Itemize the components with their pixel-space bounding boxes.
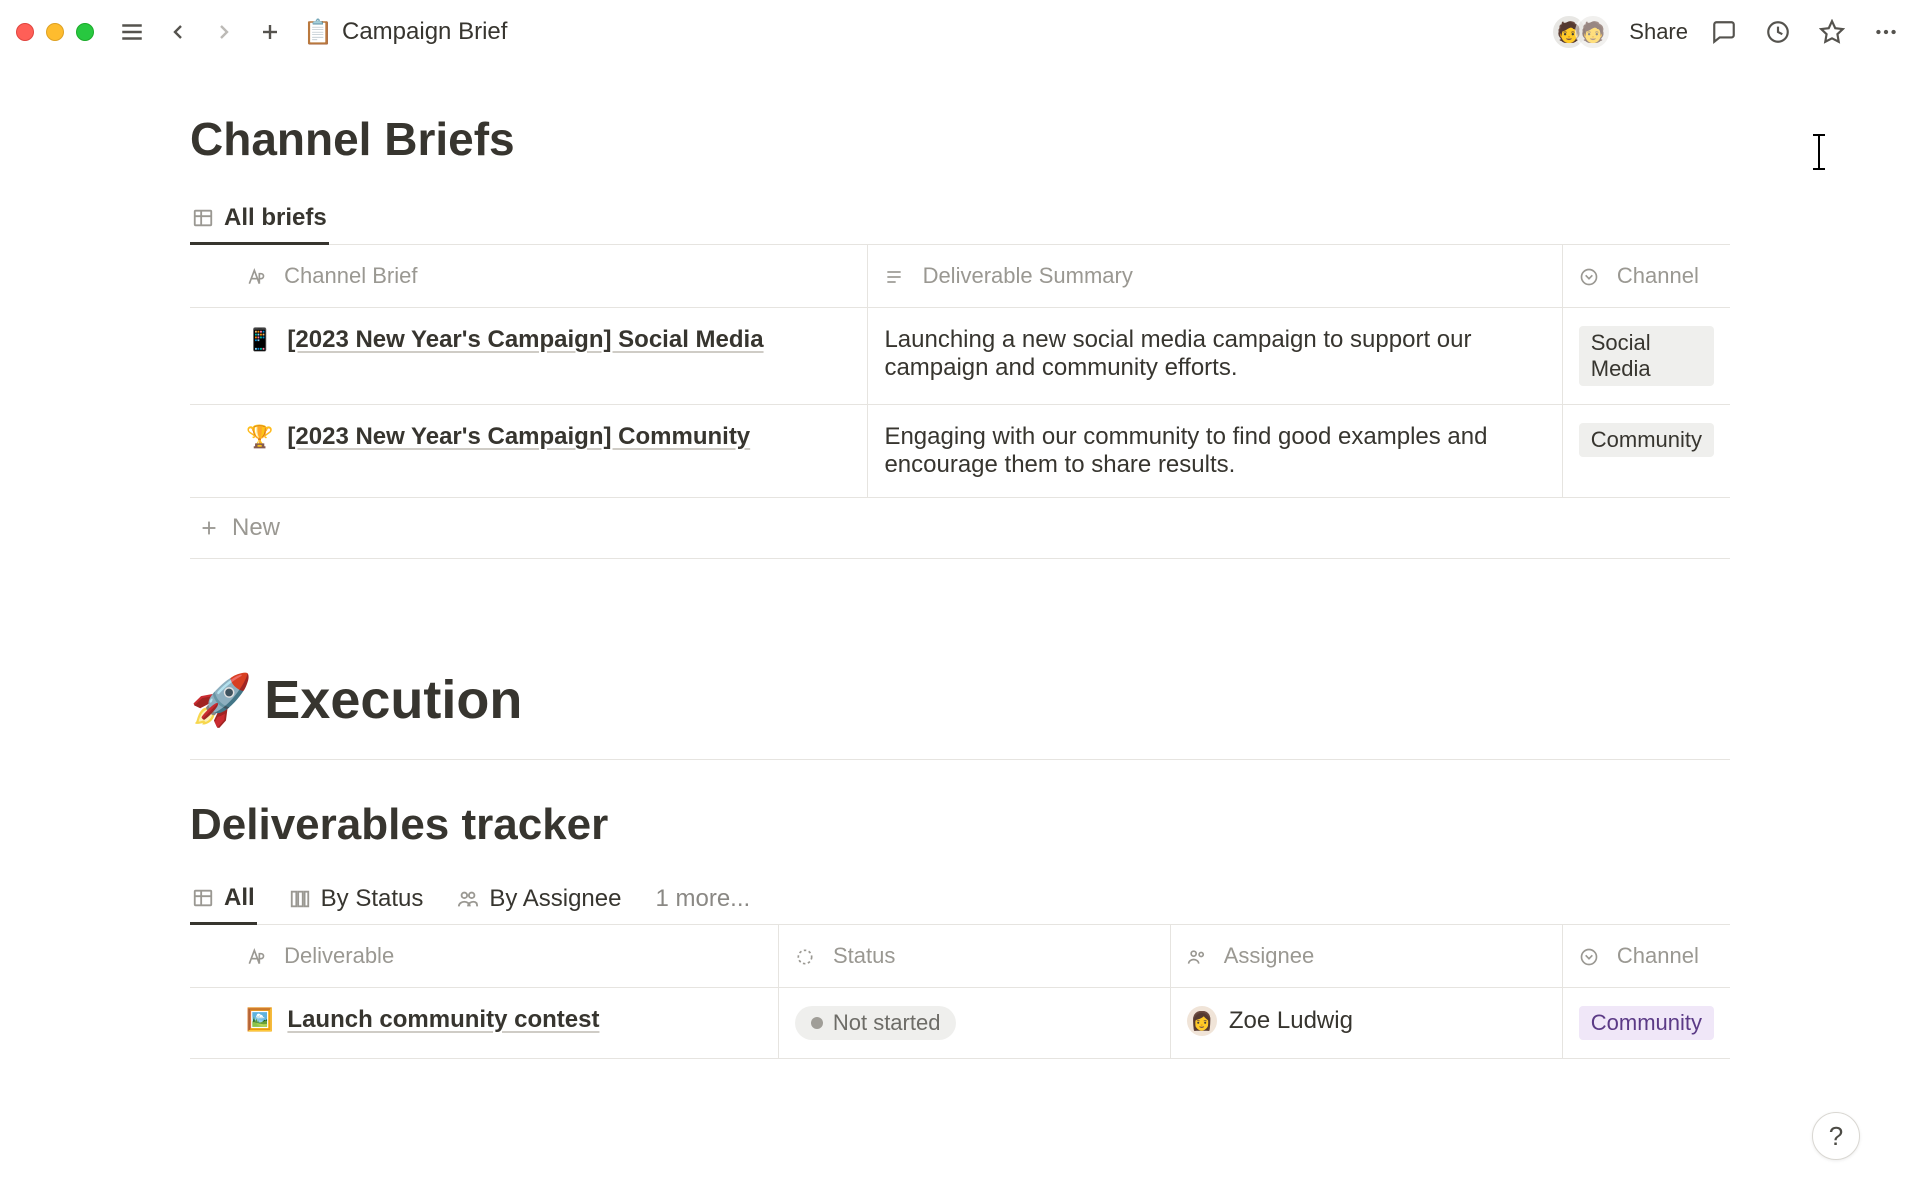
deliverables-view-tabs: All By Status By Assignee 1 more... — [190, 874, 1730, 925]
status-badge[interactable]: Not started — [795, 1006, 957, 1040]
column-header-name[interactable]: Channel Brief — [190, 245, 868, 308]
text-caret-icon — [1818, 134, 1820, 170]
rocket-icon: 🚀 — [190, 671, 252, 730]
column-header-channel[interactable]: Channel — [1562, 245, 1730, 308]
minimize-window-button[interactable] — [46, 23, 64, 41]
channel-tag[interactable]: Community — [1579, 423, 1714, 457]
avatar: 👩 — [1187, 1006, 1217, 1036]
help-button[interactable]: ? — [1812, 1112, 1860, 1160]
assignee-cell[interactable]: 👩 Zoe Ludwig — [1187, 1006, 1546, 1036]
more-menu-icon[interactable] — [1868, 14, 1904, 50]
assignee-name: Zoe Ludwig — [1229, 1007, 1353, 1035]
column-header-summary[interactable]: Deliverable Summary — [868, 245, 1562, 308]
page-row-icon: 📱 — [246, 327, 273, 353]
table-icon — [192, 207, 214, 229]
page-content: Channel Briefs All briefs Channel Brief — [0, 64, 1920, 1059]
topbar: 📋 Campaign Brief 🧑 🧑 Share — [0, 0, 1920, 64]
column-label: Channel Brief — [284, 263, 417, 288]
tab-label: By Assignee — [489, 885, 621, 913]
breadcrumb[interactable]: 📋 Campaign Brief — [304, 18, 507, 46]
column-label: Channel — [1617, 943, 1699, 968]
row-title-link[interactable]: Launch community contest — [287, 1006, 599, 1034]
column-header-status[interactable]: Status — [778, 925, 1170, 988]
topbar-right: 🧑 🧑 Share — [1551, 14, 1904, 50]
table-row[interactable]: 🏆 [2023 New Year's Campaign] Community E… — [190, 405, 1730, 498]
new-row-label: New — [232, 514, 280, 542]
channel-briefs-heading: Channel Briefs — [190, 112, 1730, 166]
new-page-icon[interactable] — [252, 14, 288, 50]
column-header-assignee[interactable]: Assignee — [1170, 925, 1562, 988]
page-title: Campaign Brief — [342, 18, 507, 46]
table-row[interactable]: 🖼️ Launch community contest Not started … — [190, 988, 1730, 1059]
channel-tag[interactable]: Social Media — [1579, 326, 1714, 386]
tab-label: 1 more... — [655, 885, 750, 913]
people-icon — [457, 888, 479, 910]
avatar[interactable]: 🧑 — [1575, 14, 1611, 50]
help-label: ? — [1829, 1121, 1843, 1152]
page-row-icon: 🖼️ — [246, 1007, 273, 1033]
column-header-deliverable[interactable]: Deliverable — [190, 925, 778, 988]
row-title-link[interactable]: [2023 New Year's Campaign] Community — [287, 423, 750, 451]
column-label: Deliverable Summary — [923, 263, 1133, 288]
presence-avatars[interactable]: 🧑 🧑 — [1551, 14, 1611, 50]
maximize-window-button[interactable] — [76, 23, 94, 41]
column-header-channel[interactable]: Channel — [1562, 925, 1730, 988]
favorite-star-icon[interactable] — [1814, 14, 1850, 50]
table-row[interactable]: 📱 [2023 New Year's Campaign] Social Medi… — [190, 308, 1730, 405]
tab-label: All — [224, 884, 255, 912]
title-property-icon — [246, 267, 266, 287]
column-label: Deliverable — [284, 943, 394, 968]
select-property-icon — [1579, 267, 1599, 287]
select-property-icon — [1579, 947, 1599, 967]
status-property-icon — [795, 947, 815, 967]
close-window-button[interactable] — [16, 23, 34, 41]
new-row-button[interactable]: New — [190, 498, 1730, 559]
page-emoji-icon: 📋 — [304, 18, 332, 46]
row-summary[interactable]: Engaging with our community to find good… — [868, 405, 1562, 498]
board-icon — [289, 888, 311, 910]
briefs-table: Channel Brief Deliverable Summary Channe… — [190, 245, 1730, 498]
comments-icon[interactable] — [1706, 14, 1742, 50]
execution-title-text: Execution — [264, 669, 522, 731]
tab-label: By Status — [321, 885, 424, 913]
briefs-view-tabs: All briefs — [190, 194, 1730, 245]
status-text: Not started — [833, 1010, 941, 1036]
table-icon — [192, 887, 214, 909]
nav-forward-icon — [206, 14, 242, 50]
tab-by-assignee[interactable]: By Assignee — [455, 875, 623, 923]
channel-tag[interactable]: Community — [1579, 1006, 1714, 1040]
plus-icon — [198, 517, 220, 539]
page-row-icon: 🏆 — [246, 424, 273, 450]
tab-label: All briefs — [224, 204, 327, 232]
title-property-icon — [246, 947, 266, 967]
column-label: Channel — [1617, 263, 1699, 288]
deliverables-heading: Deliverables tracker — [190, 800, 1730, 850]
column-label: Status — [833, 943, 895, 968]
nav-back-icon[interactable] — [160, 14, 196, 50]
text-property-icon — [884, 267, 904, 287]
window-traffic-lights — [16, 23, 94, 41]
updates-clock-icon[interactable] — [1760, 14, 1796, 50]
deliverables-table: Deliverable Status Assignee — [190, 925, 1730, 1059]
execution-heading: 🚀 Execution — [190, 669, 1730, 731]
column-label: Assignee — [1224, 943, 1315, 968]
row-summary[interactable]: Launching a new social media campaign to… — [868, 308, 1562, 405]
tab-all[interactable]: All — [190, 874, 257, 925]
tab-more-views[interactable]: 1 more... — [653, 875, 752, 923]
tab-by-status[interactable]: By Status — [287, 875, 426, 923]
tab-all-briefs[interactable]: All briefs — [190, 194, 329, 245]
hamburger-menu-icon[interactable] — [114, 14, 150, 50]
divider — [190, 759, 1730, 760]
person-property-icon — [1187, 947, 1207, 967]
status-dot-icon — [811, 1017, 823, 1029]
share-button[interactable]: Share — [1629, 19, 1688, 45]
row-title-link[interactable]: [2023 New Year's Campaign] Social Media — [287, 326, 763, 354]
